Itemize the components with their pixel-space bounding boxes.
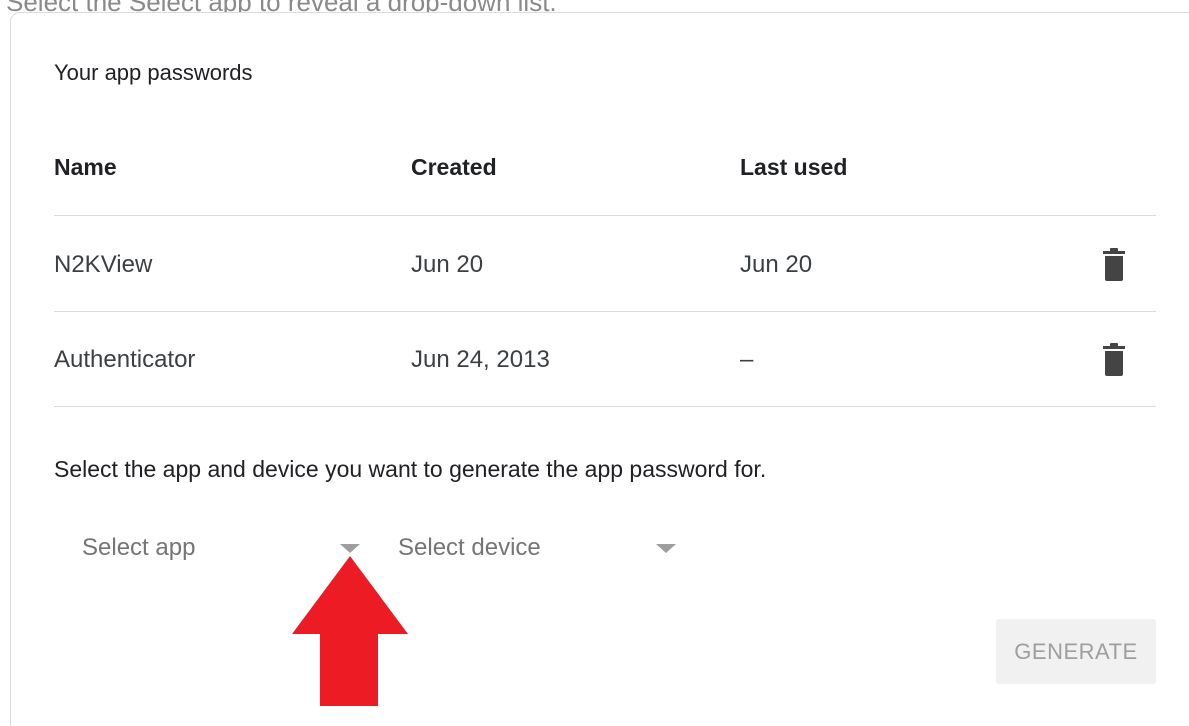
row-last-used: Jun 20 [740,251,813,278]
header-last-used: Last used [740,154,848,180]
section-title: Your app passwords [54,60,253,85]
row-last-used: – [740,346,754,373]
trash-icon[interactable] [1103,248,1125,282]
trash-icon[interactable] [1103,343,1125,377]
select-device-dropdown[interactable]: Select device [398,520,680,576]
page: Select the Select app to reveal a drop-d… [0,0,1189,726]
instructions-text: Select the app and device you want to ge… [54,456,767,482]
row-name: Authenticator [54,346,196,373]
select-device-label: Select device [398,534,541,561]
row-name: N2KView [54,251,153,278]
header-name: Name [54,154,117,180]
caret-down-icon [340,544,360,553]
select-app-label: Select app [82,534,196,561]
row-created: Jun 24, 2013 [411,346,550,373]
table-row: N2KView Jun 20 Jun 20 [54,217,1156,312]
row-created: Jun 20 [411,251,484,278]
table-header: Name Created Last used [54,120,1156,216]
caret-down-icon [656,544,676,553]
header-created: Created [411,154,497,180]
table-row: Authenticator Jun 24, 2013 – [54,312,1156,407]
up-arrow-icon [292,556,408,706]
generate-button[interactable]: GENERATE [996,619,1156,684]
